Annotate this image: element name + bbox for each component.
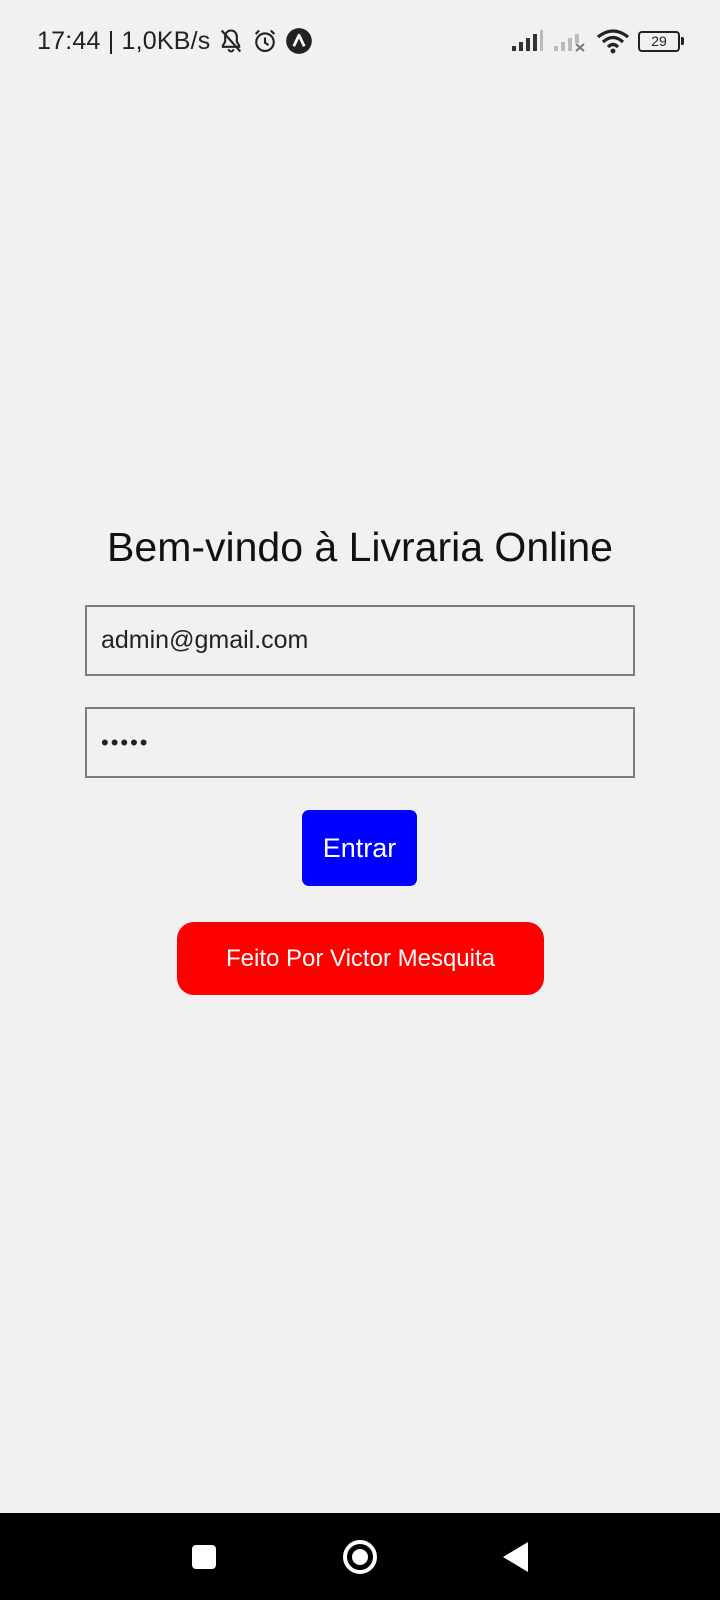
back-icon (502, 1541, 528, 1572)
battery-icon: 29 (638, 30, 684, 52)
password-field[interactable] (85, 707, 635, 778)
status-left: 17:44 | 1,0KB/s (37, 24, 313, 58)
page-title: Bem-vindo à Livraria Online (107, 524, 613, 570)
app-notification-icon (285, 28, 312, 54)
home-dot (352, 1548, 368, 1565)
status-bar: 17:44 | 1,0KB/s 29 (0, 0, 720, 84)
back-button[interactable] (470, 1513, 560, 1600)
status-time-speed: 17:44 | 1,0KB/s (37, 26, 211, 55)
alarm-icon (254, 29, 275, 52)
credit-button[interactable]: Feito Por Victor Mesquita (177, 922, 544, 995)
enter-button[interactable]: Entrar (302, 810, 417, 886)
status-right: 29 (510, 24, 684, 58)
wifi-icon (597, 29, 629, 54)
home-icon (343, 1539, 377, 1574)
navigation-bar (0, 1513, 720, 1600)
home-button[interactable] (315, 1513, 405, 1600)
bell-off-icon (220, 29, 241, 53)
email-field[interactable] (85, 605, 635, 676)
battery-level: 29 (651, 33, 667, 49)
recents-icon (192, 1544, 216, 1569)
signal-no-service-icon (554, 34, 585, 52)
recents-button[interactable] (159, 1513, 249, 1600)
signal-icon (512, 30, 543, 51)
